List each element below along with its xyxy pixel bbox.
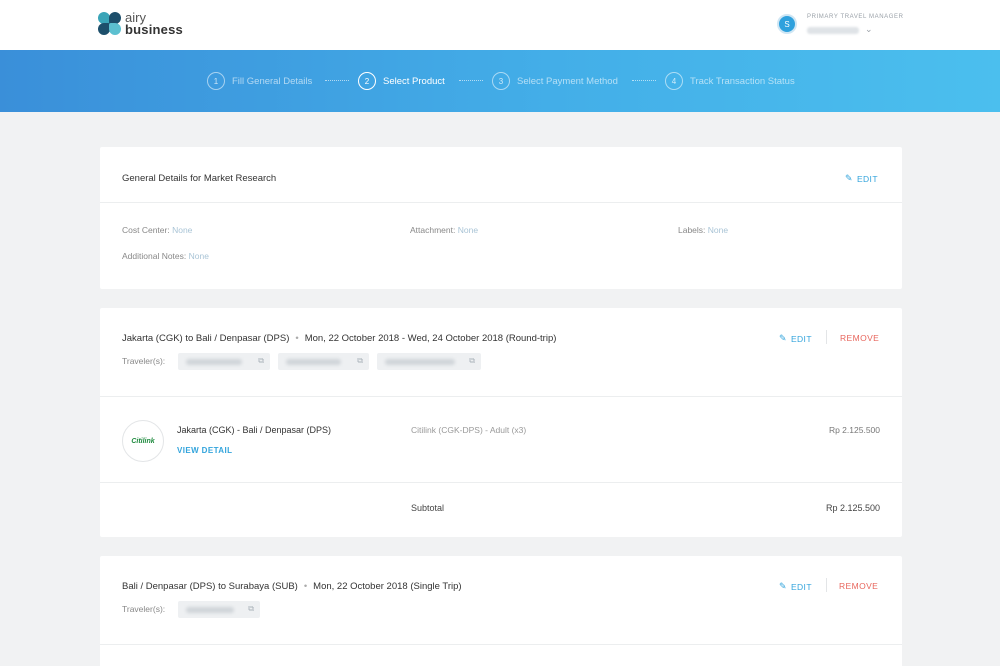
traveler-name-redacted (186, 358, 242, 365)
step-connector (632, 80, 656, 82)
trip-title: Jakarta (CGK) to Bali / Denpasar (DPS) • M… (122, 333, 556, 344)
step-connector (459, 80, 483, 82)
travelers-label: Traveler(s): (122, 356, 166, 366)
labels-field: Labels: None (678, 225, 728, 235)
attachment-value: None (457, 225, 479, 235)
user-name-redacted (807, 27, 859, 34)
bullet-separator: • (295, 333, 299, 344)
step-label: Select Payment Method (517, 75, 618, 87)
divider (100, 482, 902, 483)
traveler-name-redacted (186, 606, 234, 613)
traveler-name-redacted (385, 358, 455, 365)
attachment-field: Attachment: None (410, 225, 478, 235)
trip-card-2: Bali / Denpasar (DPS) to Surabaya (SUB) •… (100, 556, 902, 666)
top-bar: airy business S PRIMARY TRAVEL MANAGER ⌄ (0, 0, 1000, 50)
step-number: 2 (358, 72, 376, 90)
pencil-icon: ✎ (779, 581, 787, 591)
view-detail-link[interactable]: VIEW DETAIL (177, 446, 232, 455)
traveler-chip[interactable]: ⧉ (377, 353, 481, 370)
external-link-icon[interactable]: ⧉ (469, 356, 475, 366)
edit-label: EDIT (790, 581, 812, 592)
logo-line2: business (125, 22, 183, 37)
labels-label: Labels: (678, 225, 706, 235)
traveler-chip[interactable]: ⧉ (178, 601, 260, 618)
trip2-remove-button[interactable]: REMOVE (839, 581, 878, 591)
subtotal-value: Rp 2.125.500 (825, 503, 880, 513)
step-label: Select Product (383, 75, 445, 87)
step-number: 4 (665, 72, 683, 90)
cost-center-field: Cost Center: None (122, 225, 192, 235)
trip1-edit-button[interactable]: ✎ EDIT (779, 333, 812, 344)
step-connector (325, 80, 349, 82)
traveler-name-redacted (286, 358, 341, 365)
step-label: Track Transaction Status (690, 75, 795, 87)
external-link-icon[interactable]: ⧉ (258, 356, 264, 366)
general-details-title: General Details for Market Research (122, 173, 277, 184)
subtotal-label: Subtotal (411, 503, 445, 513)
flight-price: Rp 2.125.500 (828, 425, 880, 435)
bullet-separator: • (303, 581, 308, 592)
step-number: 3 (492, 72, 510, 90)
flight-info: Citilink (CGK-DPS) - Adult (x3) (411, 425, 527, 435)
divider (100, 644, 902, 645)
cost-center-value: None (172, 225, 193, 235)
step-1: 1 Fill General Details (207, 72, 312, 90)
logo-mark-icon (98, 11, 122, 37)
step-2: 2 Select Product (358, 72, 445, 90)
user-role: PRIMARY TRAVEL MANAGER (807, 14, 904, 20)
pencil-icon: ✎ (779, 333, 787, 343)
step-label: Fill General Details (232, 75, 313, 87)
step-3: 3 Select Payment Method (492, 72, 618, 90)
notes-value: None (188, 251, 209, 261)
trip-route: Bali / Denpasar (DPS) to Surabaya (SUB) (122, 581, 298, 592)
step-4: 4 Track Transaction Status (665, 72, 795, 90)
chevron-down-icon[interactable]: ⌄ (865, 24, 873, 35)
trip2-edit-button[interactable]: ✎ EDIT (779, 581, 812, 592)
citilink-logo: Citilink (122, 420, 164, 462)
divider (100, 396, 902, 397)
edit-label: EDIT (790, 333, 812, 344)
additional-notes-field: Additional Notes: None (122, 251, 209, 261)
trip-dates: Mon, 22 October 2018 - Wed, 24 October 2… (304, 333, 557, 344)
external-link-icon[interactable]: ⧉ (248, 604, 254, 614)
notes-label: Additional Notes: (122, 251, 187, 261)
trip-card-1: Jakarta (CGK) to Bali / Denpasar (DPS) • M… (100, 308, 902, 537)
avatar: S (777, 14, 797, 34)
external-link-icon[interactable]: ⧉ (357, 356, 363, 366)
edit-label: EDIT (856, 173, 878, 184)
trip1-remove-button[interactable]: REMOVE (840, 333, 879, 343)
cost-center-label: Cost Center: (122, 225, 170, 235)
user-menu[interactable]: S PRIMARY TRAVEL MANAGER ⌄ (777, 12, 917, 40)
step-progress-banner: 1 Fill General Details 2 Select Product … (0, 50, 1000, 112)
action-separator (826, 578, 827, 592)
trip-route: Jakarta (CGK) to Bali / Denpasar (DPS) (122, 333, 290, 344)
general-details-card: General Details for Market Research ✎ ED… (100, 147, 902, 289)
divider (100, 202, 902, 203)
labels-value: None (707, 225, 729, 235)
travelers-label: Traveler(s): (122, 604, 166, 614)
general-edit-button[interactable]: ✎ EDIT (845, 173, 878, 184)
traveler-chip[interactable]: ⧉ (178, 353, 270, 370)
pencil-icon: ✎ (845, 173, 853, 183)
trip-dates: Mon, 22 October 2018 (Single Trip) (313, 581, 462, 592)
airy-business-logo[interactable]: airy business (98, 11, 183, 37)
logo-text: airy business (125, 11, 183, 37)
flight-route: Jakarta (CGK) - Bali / Denpasar (DPS) (177, 425, 332, 435)
attachment-label: Attachment: (410, 225, 456, 235)
trip-title: Bali / Denpasar (DPS) to Surabaya (SUB) •… (122, 581, 462, 592)
action-separator (826, 330, 827, 344)
traveler-chip[interactable]: ⧉ (278, 353, 369, 370)
step-number: 1 (207, 72, 225, 90)
